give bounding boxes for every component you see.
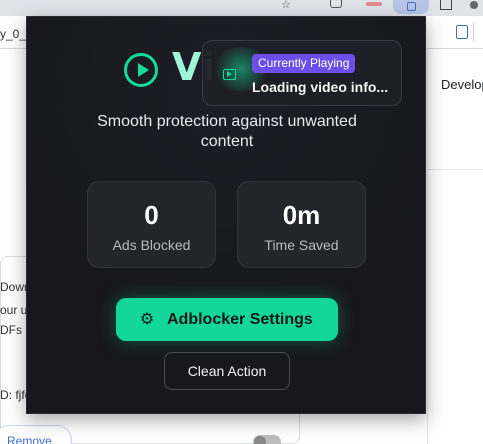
now-playing-toast[interactable]: Currently Playing Loading video info... [202,40,402,106]
time-saved-card: 0m Time Saved [237,181,366,268]
play-logo-icon [124,53,158,87]
page-divider [427,169,483,170]
extension-description: our u [0,303,28,317]
enable-toggle[interactable] [253,435,281,444]
page-divider [427,50,428,444]
settings-button-label: Adblocker Settings [167,311,313,328]
ads-blocked-card: 0 Ads Blocked [87,181,216,268]
subtitle: Smooth protection against unwanted conte… [97,113,357,150]
currently-playing-badge: Currently Playing [252,54,356,73]
time-saved-value: 0m [282,200,321,230]
clean-action-button[interactable]: Clean Action [164,352,290,390]
bookmark-star-icon[interactable]: ☆ [281,0,291,10]
bookmark-item[interactable]: y_0_ [0,27,26,41]
gear-icon: ⚙ [139,309,155,328]
profile-avatar[interactable] [470,1,478,9]
bookmarks-separator [473,22,474,42]
page-header-text: Develop [441,77,483,92]
extension-description: DFs [0,323,22,337]
ads-blocked-value: 0 [144,200,159,230]
adblocker-settings-button[interactable]: ⚙ Adblocker Settings [116,298,338,341]
extension-icon[interactable] [330,0,342,8]
extension-icon-red[interactable] [366,2,382,6]
bookmark-folder-icon[interactable] [456,25,468,39]
remove-button[interactable]: Remove [0,425,72,444]
ads-blocked-label: Ads Blocked [112,237,191,253]
browser-toolbar: ☆ [0,0,483,16]
tab-icon[interactable] [440,0,452,10]
video-play-icon [223,69,236,80]
active-extension-icon[interactable] [393,0,429,14]
video-title: Loading video info... [252,79,389,95]
time-saved-label: Time Saved [264,237,339,253]
